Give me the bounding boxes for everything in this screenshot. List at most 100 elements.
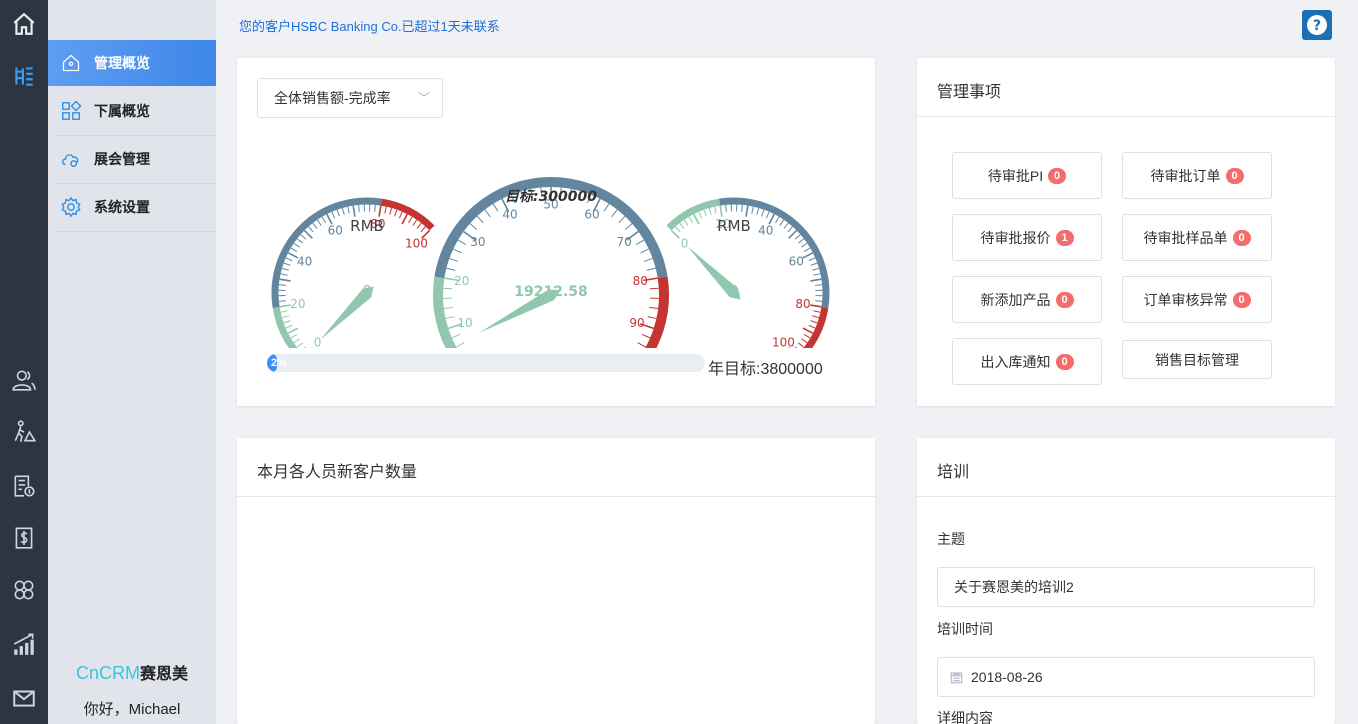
gauge-right-tick bbox=[775, 216, 780, 224]
gauge-center-tick-label: 70 bbox=[616, 235, 631, 249]
menu-item-management-overview[interactable]: 管理概览 bbox=[48, 40, 216, 86]
menu-item-system-settings[interactable]: 系统设置 bbox=[48, 184, 216, 230]
management-items-card: 管理事项 待审批PI 0 待审批订单 0 待审批报价 1 待审批样品单 0 新添加产品 0… bbox=[917, 58, 1335, 406]
gauge-center-tick-label: 20 bbox=[454, 274, 469, 288]
gauge-left-tick bbox=[374, 204, 376, 212]
invoice-icon[interactable] bbox=[0, 464, 48, 508]
gauge-center-tick bbox=[603, 203, 610, 212]
gauge-left-tick bbox=[293, 338, 300, 344]
new-products-button[interactable]: 新添加产品 0 bbox=[952, 276, 1102, 323]
sales-target-management-button[interactable]: 销售目标管理 bbox=[1122, 340, 1272, 379]
gauge-right-tick-label: 0 bbox=[681, 237, 689, 251]
gauge-left-tick bbox=[278, 284, 286, 286]
gauge-left-tick bbox=[316, 219, 322, 226]
gauge-right-tick bbox=[703, 209, 707, 217]
brand-logo: CnCRM赛恩美 bbox=[48, 660, 216, 684]
gauge-right-tick bbox=[812, 267, 820, 271]
gauge-left-tick bbox=[412, 219, 418, 226]
stock-notices-button[interactable]: 出入库通知 0 bbox=[952, 338, 1102, 385]
chevron-down-icon: ﹀ bbox=[417, 91, 430, 105]
gauge-left-tick-label: 20 bbox=[290, 297, 305, 311]
stock-notices-count: 0 bbox=[1055, 353, 1074, 370]
sales-metric-select[interactable]: 全体销售额-完成率 ﹀ bbox=[257, 78, 443, 118]
gauge-right-value-label: 0 bbox=[729, 282, 739, 300]
gauge-left-tick bbox=[303, 229, 313, 239]
user-greeting: 你好，Michael bbox=[83, 701, 181, 718]
gauge-center-tick bbox=[484, 209, 491, 218]
gauge-left-tick bbox=[290, 247, 298, 252]
sales-activity-icon[interactable] bbox=[0, 410, 48, 454]
gauge-right-tick bbox=[802, 327, 814, 334]
customer-contact-notice[interactable]: 您的客户HSBC Banking Co.已超过1天未联系 bbox=[239, 16, 500, 35]
gauge-right-tick-label: 60 bbox=[789, 254, 804, 268]
pending-samples-label: 待审批样品单 bbox=[1143, 229, 1228, 246]
brand-latin: CnCRM bbox=[75, 663, 140, 683]
menu-item-exhibition-management[interactable]: 展会管理 bbox=[48, 136, 216, 182]
gauge-left-tick bbox=[352, 205, 356, 217]
customers-icon[interactable] bbox=[0, 358, 48, 402]
order-review-exceptions-label: 订单审核异常 bbox=[1143, 291, 1228, 308]
gauge-right-band-2 bbox=[803, 306, 829, 348]
finance-icon[interactable] bbox=[0, 516, 48, 560]
gauge-right-tick bbox=[698, 211, 703, 219]
gauge-left-tick bbox=[280, 273, 288, 276]
gauge-center-tick bbox=[646, 267, 656, 271]
gauge-right-tick bbox=[803, 247, 811, 252]
menu-item-subordinate-overview[interactable]: 下属概览 bbox=[48, 88, 216, 134]
mail-icon[interactable] bbox=[0, 676, 48, 720]
pending-samples-button[interactable]: 待审批样品单 0 bbox=[1122, 214, 1272, 261]
gauge-right-tick bbox=[810, 320, 818, 324]
sales-metric-select-value: 全体销售额-完成率 bbox=[274, 90, 391, 106]
gauge-right-tick bbox=[794, 346, 798, 348]
home-icon[interactable] bbox=[0, 2, 48, 46]
gauge-center-tick-label: 40 bbox=[502, 207, 517, 221]
gauge-right-tick bbox=[693, 213, 700, 225]
gauge-left-tick-label: 0 bbox=[314, 335, 322, 348]
pending-pi-button[interactable]: 待审批PI 0 bbox=[952, 152, 1102, 199]
gauge-left-tick bbox=[408, 216, 413, 224]
gauge-right-tick bbox=[810, 262, 818, 266]
gauge-right-tick bbox=[768, 213, 775, 225]
card-divider bbox=[237, 496, 875, 497]
gauge-center-tick-label: 60 bbox=[584, 207, 599, 221]
gauge-left-tick bbox=[279, 304, 291, 308]
gauge-right-tick bbox=[815, 300, 823, 302]
gauge-left-tick-label: 60 bbox=[328, 224, 343, 238]
gauge-right-tick bbox=[714, 206, 717, 214]
order-review-exceptions-button[interactable]: 订单审核异常 0 bbox=[1122, 276, 1272, 323]
gauge-chart: 020406080100RMB00102030405060708090100目标… bbox=[271, 177, 830, 348]
gauge-right-tick-label: 100 bbox=[772, 335, 795, 348]
gauge-center-tick bbox=[445, 316, 455, 320]
cloud-gear-icon bbox=[60, 148, 82, 170]
org-chart-icon[interactable] bbox=[0, 54, 48, 98]
training-date-field[interactable]: 2018-08-26 bbox=[937, 657, 1315, 697]
gauge-right-tick-label: 80 bbox=[795, 297, 810, 311]
gauge-left-tick bbox=[293, 242, 300, 248]
clover-icon[interactable] bbox=[0, 568, 48, 612]
training-topic-field[interactable]: 关于赛恩美的培训2 bbox=[937, 567, 1315, 607]
gauge-left-tick bbox=[347, 206, 350, 214]
gauge-left-tick bbox=[394, 209, 398, 217]
gauge-left-tick bbox=[336, 209, 340, 217]
gauge-right-tick bbox=[683, 219, 689, 226]
gauge-right-tick bbox=[675, 226, 681, 233]
gauge-center-tick bbox=[443, 287, 453, 290]
gauge-right-tick bbox=[801, 242, 808, 248]
menu-item-label: 下属概览 bbox=[94, 103, 150, 119]
gauge-left-band-0 bbox=[272, 306, 298, 348]
annual-progress-fill: 2% bbox=[267, 354, 287, 372]
gauge-right-tick bbox=[708, 207, 712, 215]
gauge-left-tick bbox=[296, 238, 303, 244]
gauge-left-tick bbox=[331, 211, 336, 219]
gauge-center-value-label: 19212.58 bbox=[514, 284, 588, 300]
gauge-left-tick bbox=[389, 207, 393, 215]
gauge-left-tick bbox=[308, 226, 314, 233]
statistics-icon[interactable] bbox=[0, 622, 48, 666]
pending-orders-button[interactable]: 待审批订单 0 bbox=[1122, 152, 1272, 199]
gauge-center-tick bbox=[456, 342, 465, 348]
help-button[interactable]: ? bbox=[1302, 10, 1332, 40]
gauge-right-tick bbox=[808, 324, 816, 329]
brand-cjk: 赛恩美 bbox=[140, 666, 189, 683]
pending-quotes-button[interactable]: 待审批报价 1 bbox=[952, 214, 1102, 261]
training-content-label: 详细内容 bbox=[937, 710, 993, 724]
